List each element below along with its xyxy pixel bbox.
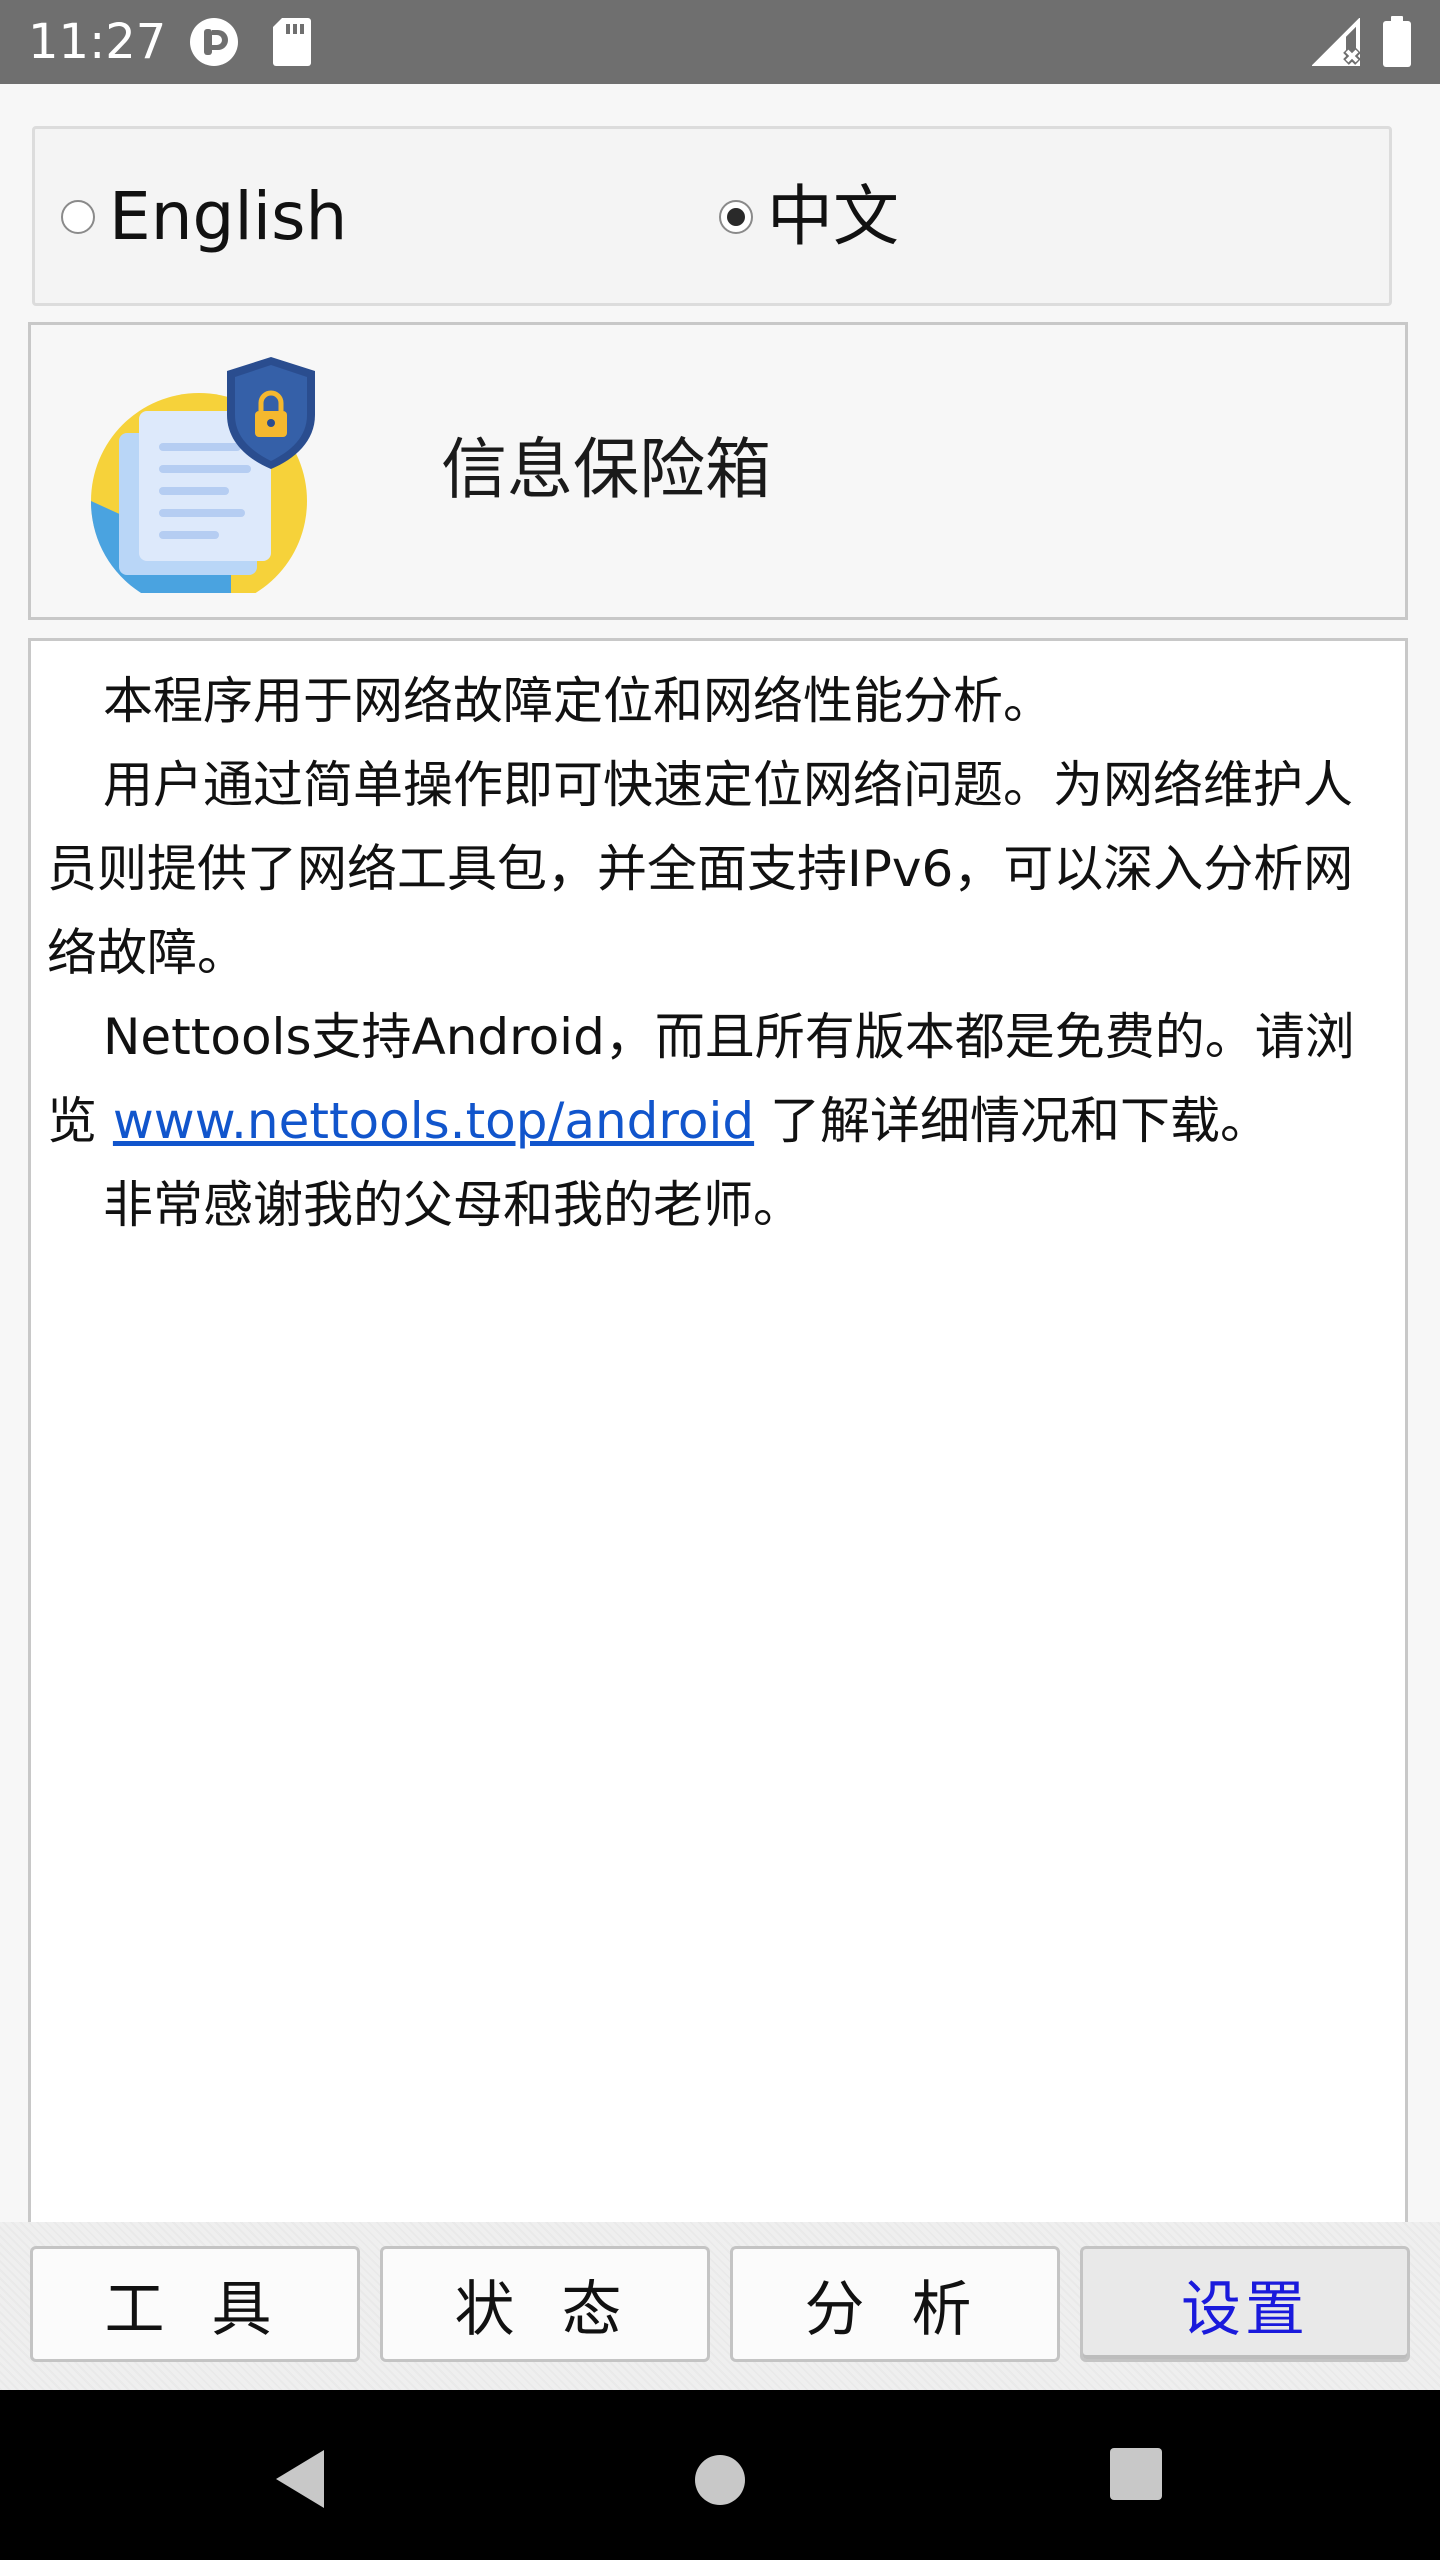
language-option-english[interactable]: English bbox=[61, 175, 347, 259]
english-radio-button[interactable] bbox=[61, 200, 95, 234]
chinese-label: 中文 bbox=[767, 178, 899, 255]
tab-settings[interactable]: 设置 bbox=[1080, 2246, 1410, 2362]
description-paragraph-3-tail: 了解详细情况和下载。 bbox=[754, 1092, 1270, 1150]
status-time: 11:27 bbox=[28, 14, 167, 70]
description-paragraph-1: 本程序用于网络故障定位和网络性能分析。 bbox=[103, 672, 1053, 730]
language-option-chinese[interactable]: 中文 bbox=[719, 175, 899, 259]
tab-analysis[interactable]: 分 析 bbox=[730, 2246, 1060, 2362]
bottom-tab-bar: 工 具 状 态 分 析 设置 bbox=[0, 2222, 1440, 2390]
description-paragraph-2: 用户通过简单操作即可快速定位网络问题。为网络维护人员则提供了网络工具包，并全面支… bbox=[47, 756, 1354, 982]
battery-full-icon bbox=[1382, 16, 1412, 72]
description-paragraph-4: 非常感谢我的父母和我的老师。 bbox=[103, 1176, 803, 1234]
sd-card-icon bbox=[272, 16, 312, 72]
secure-document-shield-icon bbox=[81, 353, 321, 610]
back-icon[interactable] bbox=[270, 2446, 330, 2516]
recents-icon[interactable] bbox=[1108, 2446, 1164, 2506]
website-link[interactable]: www.nettools.top/android bbox=[113, 1092, 754, 1150]
system-navigation-bar bbox=[0, 2390, 1440, 2560]
status-bar: 11:27 bbox=[0, 0, 1440, 84]
home-icon[interactable] bbox=[694, 2454, 746, 2510]
language-selector: English 中文 bbox=[32, 126, 1392, 306]
app-header-card: 信息保险箱 bbox=[28, 322, 1408, 620]
english-label: English bbox=[109, 178, 348, 255]
app-title: 信息保险箱 bbox=[441, 431, 771, 508]
description-paragraph-3: Nettools支持Android，而且所有版本都是免费的。请浏览 www.ne… bbox=[47, 995, 1389, 1163]
signal-no-data-icon bbox=[1311, 17, 1362, 72]
app-notification-icon bbox=[188, 16, 240, 72]
chinese-radio-button[interactable] bbox=[719, 200, 753, 234]
tab-tools[interactable]: 工 具 bbox=[30, 2246, 360, 2362]
about-description: 本程序用于网络故障定位和网络性能分析。 用户通过简单操作即可快速定位网络问题。为… bbox=[28, 638, 1408, 2226]
tab-status[interactable]: 状 态 bbox=[380, 2246, 710, 2362]
radio-selected-dot bbox=[727, 208, 745, 226]
